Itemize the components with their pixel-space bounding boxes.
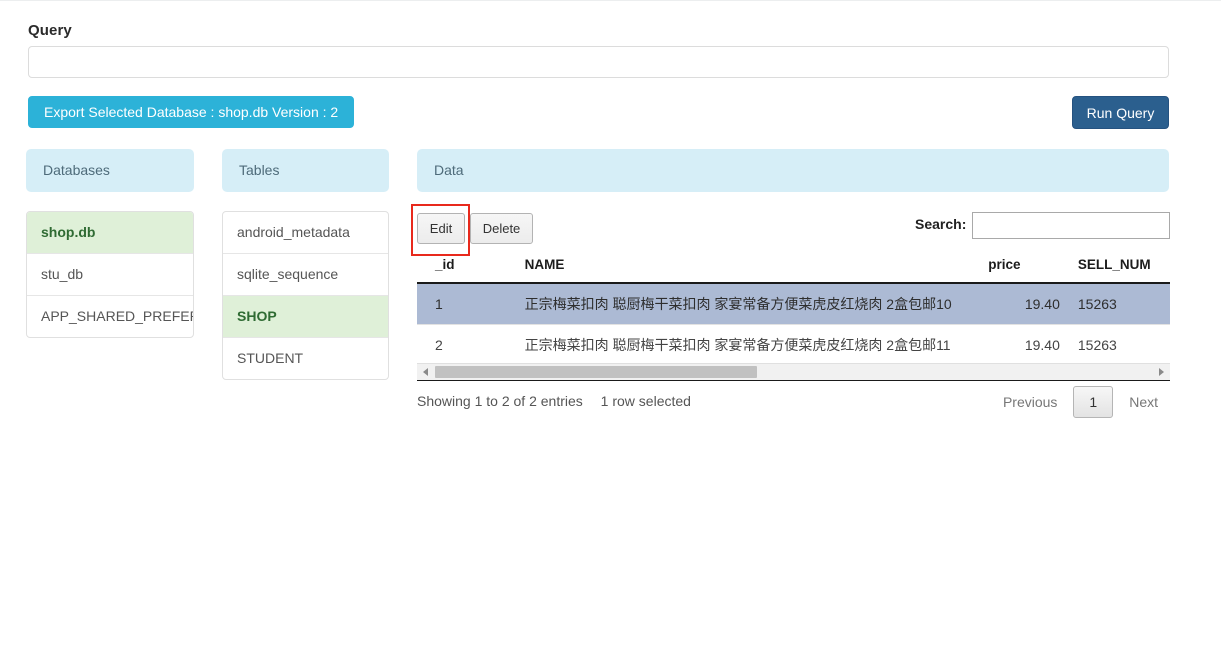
table-header-row: _id NAME price SELL_NUM IMAGE — [417, 253, 1170, 284]
search-input[interactable] — [972, 212, 1170, 239]
pagination-previous[interactable]: Previous — [991, 388, 1069, 416]
column-header-id[interactable]: _id — [417, 253, 507, 284]
list-item-table-sqlite-sequence[interactable]: sqlite_sequence — [223, 254, 388, 296]
list-item-database-shop-db[interactable]: shop.db — [27, 212, 193, 254]
export-database-button[interactable]: Export Selected Database : shop.db Versi… — [28, 96, 355, 128]
databases-panel-header: Databases — [26, 149, 194, 192]
column-header-name[interactable]: NAME — [506, 253, 989, 284]
scrollbar-thumb[interactable] — [435, 366, 757, 378]
scroll-left-arrow-icon[interactable] — [423, 368, 428, 376]
cell-id: 1 — [417, 283, 507, 325]
column-header-price[interactable]: price — [988, 253, 1078, 284]
cell-price: 19.40 — [988, 283, 1078, 325]
delete-button[interactable]: Delete — [470, 213, 533, 244]
search-label: Search: — [915, 216, 967, 232]
data-table-horizontal-scrollbar[interactable] — [417, 363, 1170, 380]
scroll-right-arrow-icon[interactable] — [1159, 368, 1164, 376]
data-panel-header: Data — [417, 149, 1169, 192]
cell-name: 正宗梅菜扣肉 聪厨梅干菜扣肉 家宴常备方便菜虎皮红烧肉 2盒包邮11 — [506, 324, 989, 366]
rows-selected-text: 1 row selected — [600, 393, 691, 409]
list-item-table-android-metadata[interactable]: android_metadata — [223, 212, 388, 254]
list-item-table-shop[interactable]: SHOP — [223, 296, 388, 338]
cell-name: 正宗梅菜扣肉 聪厨梅干菜扣肉 家宴常备方便菜虎皮红烧肉 2盒包邮10 — [506, 283, 989, 325]
query-input[interactable] — [28, 46, 1169, 78]
run-query-button[interactable]: Run Query — [1072, 96, 1169, 129]
pagination-next[interactable]: Next — [1117, 388, 1170, 416]
table-bottom-divider — [417, 380, 1170, 381]
list-item-database-app-shared-preferences[interactable]: APP_SHARED_PREFERENCES — [27, 296, 193, 337]
pagination: Previous 1 Next — [991, 386, 1170, 418]
tables-panel-header: Tables — [222, 149, 389, 192]
databases-list: shop.db stu_db APP_SHARED_PREFERENCES — [26, 211, 194, 338]
cell-sell-num: 15263 — [1077, 283, 1170, 325]
table-row[interactable]: 2 正宗梅菜扣肉 聪厨梅干菜扣肉 家宴常备方便菜虎皮红烧肉 2盒包邮11 19.… — [417, 324, 1170, 366]
edit-button[interactable]: Edit — [417, 213, 465, 244]
showing-entries-text: Showing 1 to 2 of 2 entries — [417, 393, 583, 409]
pagination-page-1[interactable]: 1 — [1073, 386, 1114, 418]
table-row[interactable]: 1 正宗梅菜扣肉 聪厨梅干菜扣肉 家宴常备方便菜虎皮红烧肉 2盒包邮10 19.… — [417, 283, 1170, 325]
list-item-table-student[interactable]: STUDENT — [223, 338, 388, 379]
cell-id: 2 — [417, 324, 507, 366]
list-item-database-stu-db[interactable]: stu_db — [27, 254, 193, 296]
column-header-sell-num[interactable]: SELL_NUM — [1077, 253, 1170, 284]
data-table-container: _id NAME price SELL_NUM IMAGE 1 正宗梅菜扣肉 聪… — [417, 253, 1170, 372]
cell-sell-num: 15263 — [1077, 324, 1170, 366]
data-table: _id NAME price SELL_NUM IMAGE 1 正宗梅菜扣肉 聪… — [417, 253, 1170, 366]
cell-price: 19.40 — [988, 324, 1078, 366]
table-info: Showing 1 to 2 of 2 entries 1 row select… — [417, 393, 691, 409]
tables-list: android_metadata sqlite_sequence SHOP ST… — [222, 211, 389, 380]
query-label: Query — [28, 22, 72, 39]
